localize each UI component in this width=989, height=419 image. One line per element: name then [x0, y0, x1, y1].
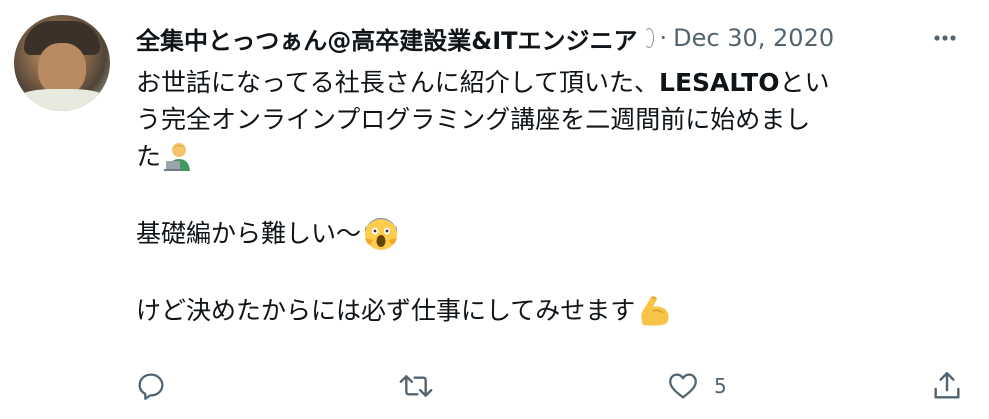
flexed-biceps-emoji	[641, 295, 669, 326]
tweet-text-part: けど決めたからには必ず仕事にしてみせます	[136, 296, 636, 325]
share-button[interactable]	[930, 366, 964, 406]
tweet-gap	[136, 175, 961, 215]
tweet-text-part: お世話になってる社長さんに紹介して頂いた、	[136, 68, 660, 97]
tweet-line-1: お世話になってる社長さんに紹介して頂いた、 LESALTO とい	[136, 64, 961, 101]
share-icon	[934, 372, 960, 399]
more-options-button[interactable]	[925, 18, 965, 58]
tweet-line-4: 基礎編から難しい〜	[136, 215, 961, 252]
tweet-text-part: 基礎編から難しい〜	[136, 219, 362, 248]
tweet-header: 全集中とっつぁん@高卒建設業&ITエンジニア · Dec 30, 2020	[136, 18, 834, 58]
like-count: 5	[714, 374, 727, 398]
retweet-icon	[399, 375, 433, 397]
tweet-line-2: う完全オンラインプログラミング講座を二週間前に始めまし	[136, 101, 961, 138]
tweet-gap	[136, 252, 961, 292]
retweet-button[interactable]	[398, 366, 434, 406]
tweet-text: お世話になってる社長さんに紹介して頂いた、 LESALTO とい う完全オンラインプ…	[136, 64, 961, 329]
tweet-actions: 5	[134, 366, 970, 406]
more-dots-icon	[934, 35, 956, 41]
tweet-line-3: た	[136, 138, 961, 175]
tweet-text-bold: LESALTO	[659, 68, 780, 97]
like-button[interactable]: 5	[666, 366, 727, 406]
tweet-text-part: とい	[779, 68, 830, 97]
author-name[interactable]: 全集中とっつぁん@高卒建設業&ITエンジニア	[136, 21, 638, 56]
technologist-emoji	[164, 142, 191, 171]
truncated-badge-icon	[643, 28, 654, 48]
like-icon	[669, 373, 697, 399]
tweet-date[interactable]: Dec 30, 2020	[673, 24, 834, 52]
author-avatar[interactable]	[14, 15, 110, 111]
header-separator: ·	[659, 24, 668, 52]
reply-icon	[138, 373, 164, 400]
screaming-face-emoji	[365, 217, 398, 250]
reply-button[interactable]	[134, 366, 168, 406]
tweet-text-part: た	[136, 142, 162, 171]
tweet-line-5: けど決めたからには必ず仕事にしてみせます	[136, 292, 961, 329]
avatar-shoulder	[14, 89, 110, 111]
avatar-face	[38, 43, 86, 95]
tweet-text-part: う完全オンラインプログラミング講座を二週間前に始めまし	[136, 105, 811, 134]
